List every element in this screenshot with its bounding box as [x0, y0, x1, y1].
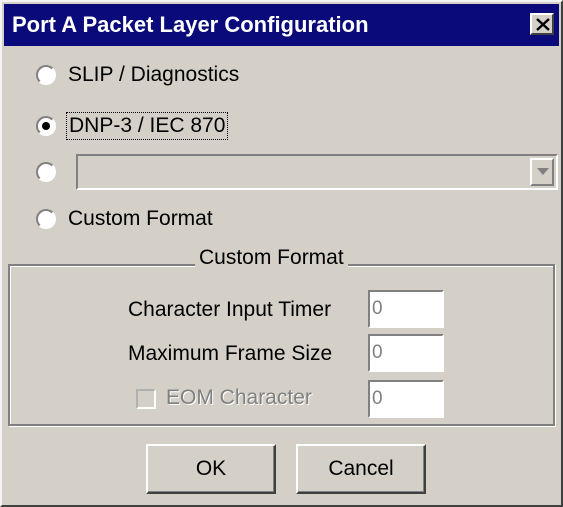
- radio-custom-format[interactable]: [36, 209, 56, 229]
- radio-dnp3-iec870[interactable]: [36, 116, 56, 136]
- radio-protocol-select[interactable]: [36, 162, 56, 182]
- eom-character-label: EOM Character: [166, 386, 312, 409]
- char-input-timer-field[interactable]: 0: [368, 290, 444, 328]
- close-icon: [536, 18, 550, 31]
- dialog-title: Port A Packet Layer Configuration: [12, 12, 369, 37]
- option-slip-diagnostics[interactable]: SLIP / Diagnostics: [36, 59, 239, 91]
- max-frame-size-label: Maximum Frame Size: [128, 342, 333, 365]
- char-input-timer-label: Character Input Timer: [128, 298, 332, 321]
- option-dnp3-iec870[interactable]: DNP-3 / IEC 870: [36, 110, 229, 142]
- radio-label-dnp3: DNP-3 / IEC 870: [65, 112, 229, 140]
- combo-dropdown-button[interactable]: [530, 158, 554, 186]
- radio-slip-diagnostics[interactable]: [36, 65, 56, 85]
- cancel-button[interactable]: Cancel: [296, 444, 426, 494]
- option-protocol-select[interactable]: [36, 156, 56, 188]
- eom-character-checkbox[interactable]: [136, 389, 156, 409]
- radio-label-custom: Custom Format: [68, 207, 213, 230]
- close-button[interactable]: [530, 13, 554, 35]
- title-bar[interactable]: Port A Packet Layer Configuration: [4, 4, 559, 46]
- group-title: Custom Format: [195, 246, 348, 270]
- protocol-combo-box[interactable]: [76, 154, 558, 190]
- max-frame-size-field[interactable]: 0: [368, 334, 444, 372]
- chevron-down-icon: [537, 168, 549, 175]
- eom-character-field[interactable]: 0: [368, 380, 444, 418]
- ok-button[interactable]: OK: [146, 444, 276, 494]
- option-custom-format[interactable]: Custom Format: [36, 203, 213, 235]
- radio-label-slip: SLIP / Diagnostics: [68, 63, 240, 86]
